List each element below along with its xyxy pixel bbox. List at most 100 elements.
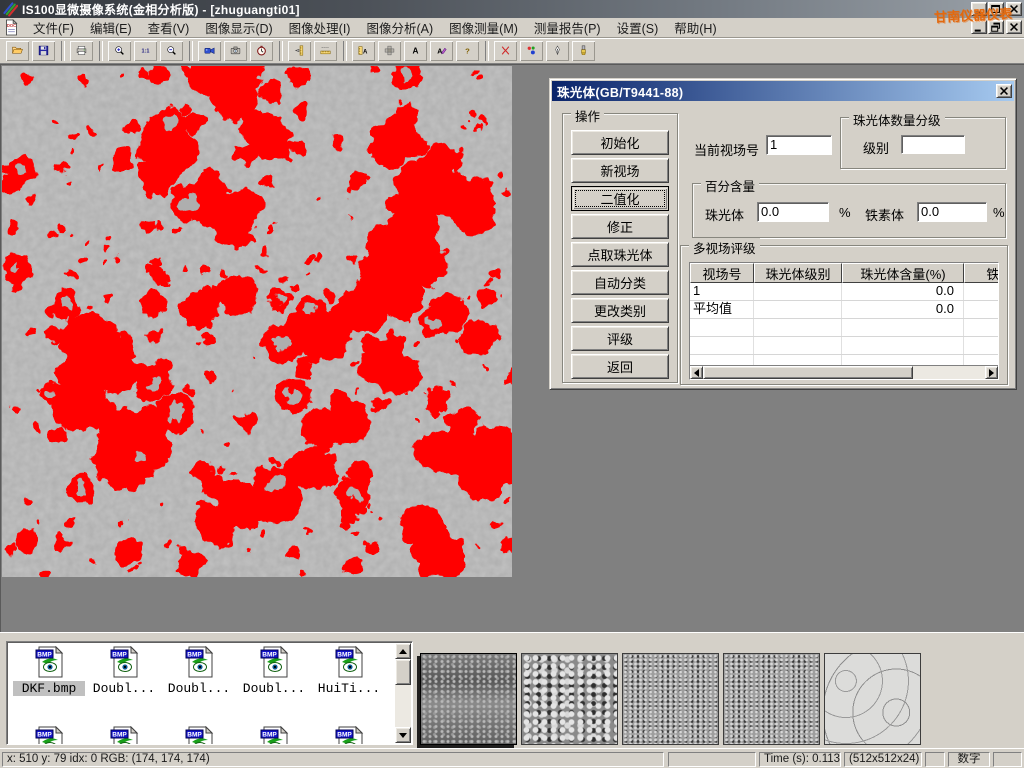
file-item-clipped[interactable]: BMP <box>88 726 160 745</box>
file-item-4[interactable]: BMPHuiTi... <box>313 646 385 704</box>
camera-icon <box>230 41 241 60</box>
table-row-0[interactable]: 10.0 <box>690 283 998 301</box>
brush-button[interactable] <box>571 40 596 62</box>
op-button-7[interactable]: 评级 <box>571 326 669 351</box>
scroll-right-button[interactable] <box>985 366 998 379</box>
scroll-up-button[interactable] <box>395 643 411 659</box>
text-button[interactable]: A <box>403 40 428 62</box>
file-item-3[interactable]: BMPDoubl... <box>238 646 310 704</box>
micrograph-thumbnail-3[interactable] <box>622 653 719 745</box>
classify-particles-button[interactable] <box>519 40 544 62</box>
pen-icon <box>552 41 563 60</box>
op-button-2[interactable]: 二值化 <box>571 186 669 211</box>
op-button-1[interactable]: 新视场 <box>571 158 669 183</box>
menu-item-2[interactable]: 查看(V) <box>140 16 198 39</box>
op-button-3[interactable]: 修正 <box>571 214 669 239</box>
menu-item-1[interactable]: 编辑(E) <box>82 16 140 39</box>
curve-cut-icon <box>500 41 511 60</box>
micrograph-thumbnail-1[interactable] <box>420 653 517 745</box>
menu-item-4[interactable]: 图像处理(I) <box>281 16 359 39</box>
svg-text:BMP: BMP <box>187 732 202 739</box>
svg-text:BMP: BMP <box>112 732 127 739</box>
document-icon: DOC <box>4 19 19 36</box>
svg-text:BMP: BMP <box>262 732 277 739</box>
scroll-down-button[interactable] <box>395 727 411 743</box>
op-button-0[interactable]: 初始化 <box>571 130 669 155</box>
op-button-6[interactable]: 更改类别 <box>571 298 669 323</box>
file-item-2[interactable]: BMPDoubl... <box>163 646 235 704</box>
save-button[interactable] <box>31 40 56 62</box>
help-button[interactable]: ? <box>455 40 480 62</box>
file-label[interactable]: Doubl... <box>238 681 310 696</box>
table-column-header-1[interactable]: 珠光体级别 <box>754 263 842 283</box>
file-item-1[interactable]: BMPDoubl... <box>88 646 160 704</box>
ferrite-percent-input[interactable]: 0.0 <box>917 202 987 222</box>
curve-cut-button[interactable] <box>493 40 518 62</box>
ruler-button[interactable] <box>313 40 338 62</box>
edit-text-button[interactable]: A <box>429 40 454 62</box>
table-column-header-0[interactable]: 视场号 <box>690 263 754 283</box>
measure-text-button[interactable]: A <box>351 40 376 62</box>
file-item-clipped[interactable]: BMP <box>13 726 85 745</box>
percent-group: 百分含量 珠光体 0.0 % 铁素体 0.0 % <box>692 183 1006 238</box>
table-cell <box>964 319 999 336</box>
menu-item-3[interactable]: 图像显示(D) <box>197 16 280 39</box>
menu-item-6[interactable]: 图像测量(M) <box>441 16 526 39</box>
file-item-clipped[interactable]: BMP <box>238 726 310 745</box>
classify-particles-icon <box>526 41 537 60</box>
pearlite-percent-input[interactable]: 0.0 <box>757 202 829 222</box>
video-camera-button[interactable] <box>197 40 222 62</box>
camera-button[interactable] <box>223 40 248 62</box>
file-label[interactable]: Doubl... <box>88 681 160 696</box>
menu-item-5[interactable]: 图像分析(A) <box>358 16 441 39</box>
file-label[interactable]: DKF.bmp <box>13 681 85 696</box>
file-label[interactable]: HuiTi... <box>313 681 385 696</box>
grid-cross-button[interactable] <box>377 40 402 62</box>
file-label[interactable]: Doubl... <box>163 681 235 696</box>
table-horizontal-scrollbar[interactable] <box>690 365 998 379</box>
caliper-button[interactable] <box>287 40 312 62</box>
scrollbar-track[interactable] <box>913 366 985 379</box>
scroll-left-button[interactable] <box>690 366 703 379</box>
table-row-3[interactable] <box>690 337 998 355</box>
zoom-out-button[interactable] <box>159 40 184 62</box>
micrograph-image[interactable] <box>2 66 512 577</box>
menu-item-8[interactable]: 设置(S) <box>609 16 667 39</box>
actual-size-button[interactable]: 1:1 <box>133 40 158 62</box>
scrollbar-thumb[interactable] <box>703 366 913 379</box>
timer-button[interactable] <box>249 40 274 62</box>
zoom-in-button[interactable] <box>107 40 132 62</box>
scrollbar-thumb[interactable] <box>395 659 411 685</box>
menu-item-7[interactable]: 测量报告(P) <box>526 16 609 39</box>
micrograph-thumbnail-4[interactable] <box>723 653 820 745</box>
svg-text:A: A <box>363 49 368 55</box>
dialog-close-button[interactable] <box>996 84 1012 98</box>
table-row-2[interactable] <box>690 319 998 337</box>
menu-item-0[interactable]: 文件(F) <box>25 16 82 39</box>
svg-text:BMP: BMP <box>37 652 52 659</box>
mdi-client-area: 珠光体(GB/T9441-88) 操作 初始化新视场二值化修正点取珠光体自动分类… <box>0 64 1024 632</box>
open-folder-button[interactable] <box>5 40 30 62</box>
table-column-header-3[interactable]: 铁素体含量(%) <box>964 263 999 283</box>
dialog-close-icon <box>997 85 1011 97</box>
table-cell <box>754 319 842 336</box>
op-button-5[interactable]: 自动分类 <box>571 270 669 295</box>
file-item-0[interactable]: BMP DKF.bmp <box>13 646 85 704</box>
file-item-clipped[interactable]: BMP <box>313 726 385 745</box>
micrograph-thumbnail-5[interactable] <box>824 653 921 745</box>
micrograph-thumbnail-2[interactable] <box>521 653 618 745</box>
op-button-4[interactable]: 点取珠光体 <box>571 242 669 267</box>
table-row-1[interactable]: 平均值0.0 <box>690 301 998 319</box>
bmp-file-icon: BMP <box>333 726 366 745</box>
pen-button[interactable] <box>545 40 570 62</box>
table-column-header-2[interactable]: 珠光体含量(%) <box>842 263 964 283</box>
open-folder-icon <box>12 41 23 60</box>
menu-item-9[interactable]: 帮助(H) <box>666 16 724 39</box>
current-field-input[interactable]: 1 <box>766 135 832 155</box>
file-item-clipped[interactable]: BMP <box>163 726 235 745</box>
level-input[interactable] <box>901 135 965 154</box>
print-button[interactable] <box>69 40 94 62</box>
dialog-title-bar[interactable]: 珠光体(GB/T9441-88) <box>552 81 1014 101</box>
file-list-scrollbar[interactable] <box>395 643 411 743</box>
op-button-8[interactable]: 返回 <box>571 354 669 379</box>
